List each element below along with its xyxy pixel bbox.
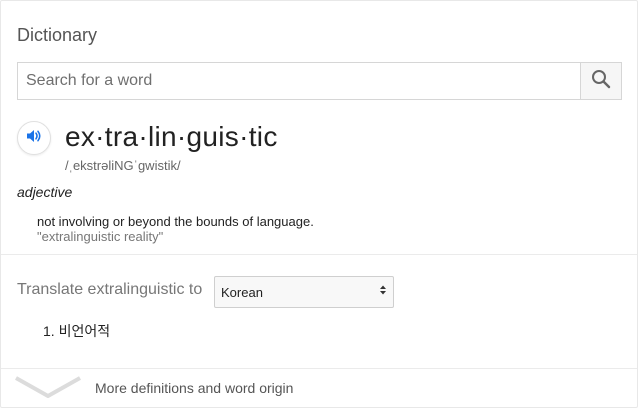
- search-button[interactable]: [580, 63, 621, 99]
- search-icon: [591, 69, 611, 94]
- speaker-icon: [25, 127, 43, 150]
- pronunciation-button[interactable]: [17, 121, 51, 155]
- language-select[interactable]: Korean: [214, 276, 394, 308]
- more-definitions-label: More definitions and word origin: [95, 380, 294, 396]
- definition-text: not involving or beyond the bounds of la…: [37, 214, 314, 229]
- chevron-down-icon: [15, 376, 81, 400]
- translate-label: Translate extralinguistic to: [17, 281, 203, 298]
- more-definitions-link[interactable]: More definitions and word origin: [1, 369, 637, 407]
- part-of-speech: adjective: [17, 184, 73, 200]
- card-title: Dictionary: [17, 25, 98, 45]
- phonetic-spelling: /ˌekstrəliNGˈgwistik/: [65, 158, 181, 173]
- search-box: [17, 62, 622, 100]
- updown-arrow-icon: [379, 283, 387, 301]
- dictionary-card: Dictionary ex·tra·lin·guis·tic /ˌekstrəl…: [0, 0, 638, 408]
- example-text: "extralinguistic reality": [37, 229, 164, 244]
- divider: [1, 254, 637, 255]
- translation-result: 1. 비언어적: [43, 323, 111, 339]
- search-input[interactable]: [18, 63, 580, 99]
- headword: ex·tra·lin·guis·tic: [65, 121, 278, 152]
- selected-language: Korean: [221, 284, 263, 300]
